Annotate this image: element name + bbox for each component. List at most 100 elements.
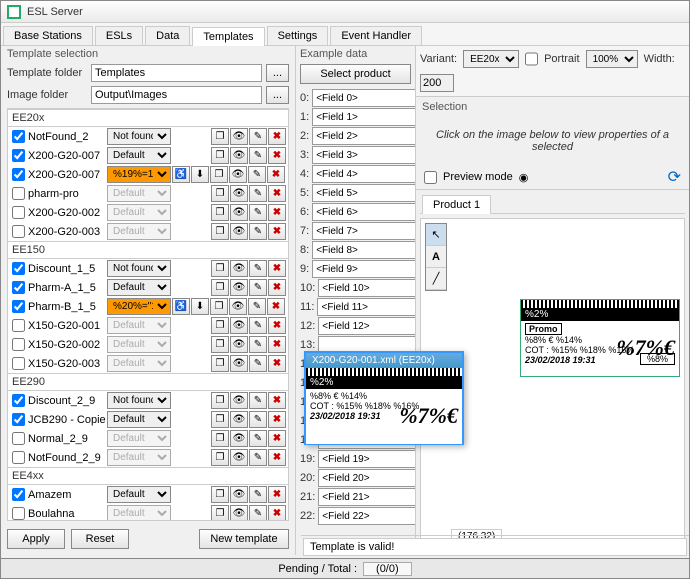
move-up-icon[interactable]: ♿ bbox=[172, 298, 190, 315]
field-input[interactable] bbox=[318, 317, 415, 335]
template-folder-input[interactable] bbox=[91, 64, 262, 82]
delete-icon[interactable]: ✖ bbox=[268, 279, 286, 296]
template-checkbox[interactable] bbox=[12, 394, 25, 407]
apply-button[interactable]: Apply bbox=[7, 529, 65, 549]
copy-icon[interactable]: ❐ bbox=[211, 336, 229, 353]
delete-icon[interactable]: ✖ bbox=[268, 430, 286, 447]
template-condition-select[interactable]: %20%="1" bbox=[107, 298, 171, 315]
eye-icon[interactable]: 👁 bbox=[230, 392, 248, 409]
field-input[interactable] bbox=[312, 146, 415, 164]
new-template-button[interactable]: New template bbox=[199, 529, 289, 549]
eye-icon[interactable]: 👁 bbox=[230, 336, 248, 353]
edit-icon[interactable]: ✎ bbox=[249, 317, 267, 334]
field-input[interactable] bbox=[312, 108, 415, 126]
template-checkbox[interactable] bbox=[12, 319, 25, 332]
delete-icon[interactable]: ✖ bbox=[268, 204, 286, 221]
eye-icon[interactable]: 👁 bbox=[230, 486, 248, 503]
template-checkbox[interactable] bbox=[12, 149, 25, 162]
delete-icon[interactable]: ✖ bbox=[268, 185, 286, 202]
delete-icon[interactable]: ✖ bbox=[268, 355, 286, 372]
copy-icon[interactable]: ❐ bbox=[210, 298, 228, 315]
eye-icon[interactable]: 👁 bbox=[230, 260, 248, 277]
tab-settings[interactable]: Settings bbox=[267, 26, 329, 45]
edit-icon[interactable]: ✎ bbox=[249, 449, 267, 466]
eye-icon[interactable]: 👁 bbox=[230, 223, 248, 240]
eye-icon[interactable]: 👁 bbox=[230, 430, 248, 447]
template-list[interactable]: EE20xNotFound_2Not found❐👁✎✖X200-G20-007… bbox=[7, 108, 289, 521]
delete-icon[interactable]: ✖ bbox=[268, 411, 286, 428]
edit-icon[interactable]: ✎ bbox=[249, 430, 267, 447]
field-input[interactable] bbox=[318, 507, 415, 525]
eye-icon[interactable]: 👁 bbox=[230, 128, 248, 145]
field-input[interactable] bbox=[312, 203, 415, 221]
copy-icon[interactable]: ❐ bbox=[211, 505, 229, 521]
edit-icon[interactable]: ✎ bbox=[249, 185, 267, 202]
template-condition-select[interactable]: Default bbox=[107, 279, 171, 296]
template-checkbox[interactable] bbox=[12, 507, 25, 520]
field-input[interactable] bbox=[318, 279, 415, 297]
delete-icon[interactable]: ✖ bbox=[267, 166, 285, 183]
eye-icon[interactable]: 👁 bbox=[230, 147, 248, 164]
copy-icon[interactable]: ❐ bbox=[211, 392, 229, 409]
edit-icon[interactable]: ✎ bbox=[248, 166, 266, 183]
copy-icon[interactable]: ❐ bbox=[211, 223, 229, 240]
copy-icon[interactable]: ❐ bbox=[211, 317, 229, 334]
delete-icon[interactable]: ✖ bbox=[267, 298, 285, 315]
field-input[interactable] bbox=[312, 222, 415, 240]
eye-icon[interactable]: 👁 bbox=[230, 505, 248, 521]
delete-icon[interactable]: ✖ bbox=[268, 147, 286, 164]
template-checkbox[interactable] bbox=[12, 300, 25, 313]
eye-icon[interactable]: 👁 bbox=[229, 298, 247, 315]
tab-data[interactable]: Data bbox=[145, 26, 190, 45]
template-checkbox[interactable] bbox=[12, 338, 25, 351]
field-input[interactable] bbox=[312, 184, 415, 202]
template-checkbox[interactable] bbox=[12, 130, 25, 143]
edit-icon[interactable]: ✎ bbox=[249, 336, 267, 353]
eye-icon[interactable]: 👁 bbox=[230, 185, 248, 202]
copy-icon[interactable]: ❐ bbox=[211, 204, 229, 221]
copy-icon[interactable]: ❐ bbox=[211, 430, 229, 447]
tab-product-1[interactable]: Product 1 bbox=[422, 195, 491, 214]
template-condition-select[interactable]: %19%=1 bbox=[107, 166, 171, 183]
copy-icon[interactable]: ❐ bbox=[211, 279, 229, 296]
eye-icon[interactable]: 👁 bbox=[230, 204, 248, 221]
edit-icon[interactable]: ✎ bbox=[249, 505, 267, 521]
delete-icon[interactable]: ✖ bbox=[268, 505, 286, 521]
template-checkbox[interactable] bbox=[12, 168, 25, 181]
template-checkbox[interactable] bbox=[12, 488, 25, 501]
template-condition-select[interactable]: Default bbox=[107, 411, 171, 428]
tool-cursor-icon[interactable]: ↖ bbox=[426, 224, 446, 246]
copy-icon[interactable]: ❐ bbox=[210, 166, 228, 183]
copy-icon[interactable]: ❐ bbox=[211, 128, 229, 145]
image-folder-input[interactable] bbox=[91, 86, 262, 104]
variant-select[interactable]: EE20x bbox=[463, 50, 519, 68]
edit-icon[interactable]: ✎ bbox=[249, 411, 267, 428]
delete-icon[interactable]: ✖ bbox=[268, 317, 286, 334]
tab-event-handler[interactable]: Event Handler bbox=[330, 26, 422, 45]
edit-icon[interactable]: ✎ bbox=[249, 355, 267, 372]
tab-base-stations[interactable]: Base Stations bbox=[3, 26, 93, 45]
copy-icon[interactable]: ❐ bbox=[211, 486, 229, 503]
zoom-select[interactable]: 100% bbox=[586, 50, 638, 68]
move-down-icon[interactable]: ⬇ bbox=[191, 298, 209, 315]
tab-templates[interactable]: Templates bbox=[192, 27, 264, 46]
delete-icon[interactable]: ✖ bbox=[268, 449, 286, 466]
edit-icon[interactable]: ✎ bbox=[249, 204, 267, 221]
template-checkbox[interactable] bbox=[12, 451, 25, 464]
reset-button[interactable]: Reset bbox=[71, 529, 129, 549]
delete-icon[interactable]: ✖ bbox=[268, 486, 286, 503]
field-input[interactable] bbox=[312, 127, 415, 145]
copy-icon[interactable]: ❐ bbox=[211, 260, 229, 277]
select-product-button[interactable]: Select product bbox=[300, 64, 411, 84]
move-up-icon[interactable]: ♿ bbox=[172, 166, 190, 183]
refresh-icon[interactable]: ⟳ bbox=[668, 167, 681, 187]
edit-icon[interactable]: ✎ bbox=[249, 392, 267, 409]
template-folder-browse-button[interactable]: ... bbox=[266, 64, 289, 82]
template-condition-select[interactable]: Not found bbox=[107, 392, 171, 409]
move-down-icon[interactable]: ⬇ bbox=[191, 166, 209, 183]
field-input[interactable] bbox=[317, 298, 415, 316]
eye-icon[interactable]: 👁 bbox=[230, 355, 248, 372]
field-input[interactable] bbox=[318, 488, 415, 506]
field-input[interactable] bbox=[312, 241, 415, 259]
template-checkbox[interactable] bbox=[12, 262, 25, 275]
